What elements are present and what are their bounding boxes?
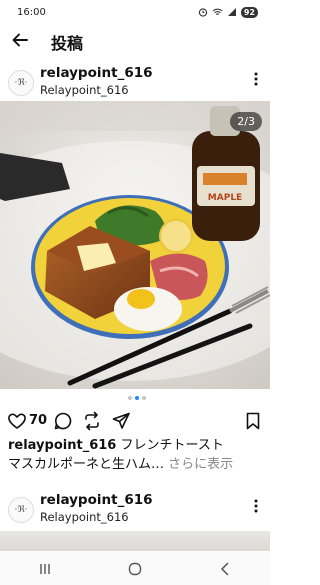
arrow-left-icon[interactable] [10, 30, 30, 50]
heart-icon[interactable] [7, 411, 27, 431]
caption-text: フレンチトースト [120, 438, 224, 453]
alarm-icon [198, 8, 208, 17]
back-icon[interactable] [215, 561, 235, 577]
post-caption: relaypoint_616 フレンチトースト マスカルポーネと生ハム… さらに… [8, 436, 266, 474]
caption-username[interactable]: relaypoint_616 [8, 438, 116, 453]
more-options-icon[interactable] [252, 70, 260, 88]
next-post-header: ·ℜ· relaypoint_616 Relaypoint_616 [0, 489, 270, 529]
more-options-icon[interactable] [252, 497, 260, 515]
post-image[interactable]: MAPLE 2/3 [0, 101, 270, 389]
carousel-dots [128, 396, 146, 400]
battery-icon: 92 [240, 6, 258, 18]
image-counter: 2/3 [230, 112, 262, 131]
like-count[interactable]: 70 [29, 413, 47, 428]
avatar[interactable]: ·ℜ· [8, 497, 34, 523]
recent-apps-icon[interactable] [35, 561, 55, 577]
share-icon[interactable] [111, 411, 131, 431]
wifi-icon [212, 8, 223, 15]
post-username[interactable]: relaypoint_616 [40, 65, 153, 81]
page-title: 投稿 [51, 34, 84, 53]
repost-icon[interactable] [82, 411, 102, 431]
carousel-dot [142, 396, 146, 400]
top-bar: 投稿 [0, 27, 270, 55]
next-post-image[interactable] [0, 531, 270, 551]
post-actions: 70 [0, 408, 270, 434]
avatar[interactable]: ·ℜ· [8, 70, 34, 96]
caption-line2: マスカルポーネと生ハム… [8, 457, 165, 472]
post-header: ·ℜ· relaypoint_616 Relaypoint_616 [0, 62, 270, 102]
system-nav-bar [0, 552, 270, 585]
bottle-label: MAPLE [208, 193, 242, 203]
post-username[interactable]: relaypoint_616 [40, 492, 153, 508]
post-subtitle: Relaypoint_616 [40, 83, 129, 97]
status-bar: 16:00 92 [0, 0, 270, 24]
french-toast-photo: MAPLE [0, 101, 270, 389]
home-icon[interactable] [125, 561, 145, 577]
post-subtitle: Relaypoint_616 [40, 510, 129, 524]
comment-icon[interactable] [53, 411, 73, 431]
status-time: 16:00 [17, 6, 46, 18]
bookmark-icon[interactable] [243, 411, 263, 431]
carousel-dot [128, 396, 132, 400]
see-more-link[interactable]: さらに表示 [168, 457, 233, 472]
carousel-dot-active [135, 396, 139, 400]
signal-icon [227, 8, 236, 16]
